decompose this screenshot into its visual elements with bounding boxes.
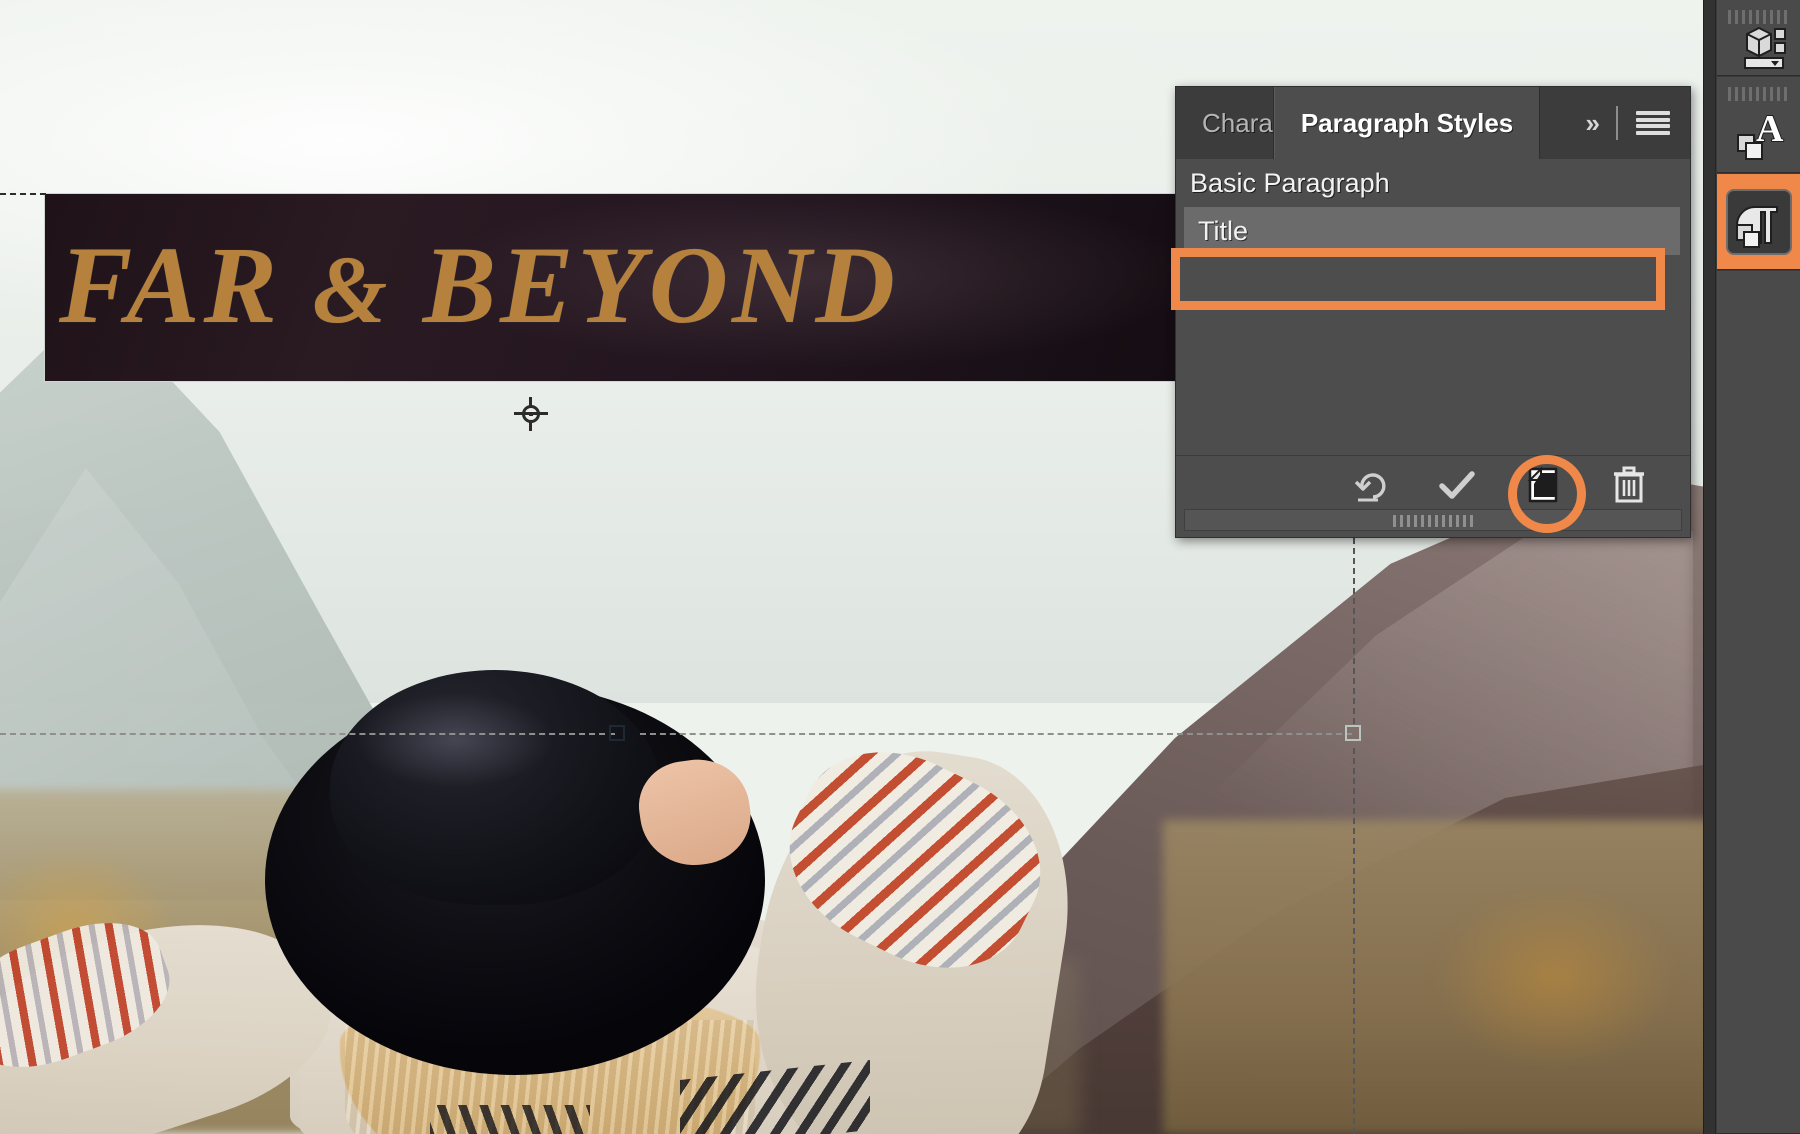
selection-handle-right[interactable] [1345,725,1361,741]
dock-item-object-styles[interactable] [1717,0,1800,76]
guide-selection-vertical [1353,538,1355,724]
person-subject [0,600,1120,1134]
title-text-frame[interactable]: FAR & BEYOND [45,194,1177,381]
guide-selection-right [640,733,1352,735]
dock-grip-icon [1728,87,1790,101]
tool-divider [1616,106,1618,140]
dock-item-paragraph-styles[interactable] [1717,174,1800,270]
hat-highlight [355,692,555,788]
dock-grip-icon [1728,10,1790,24]
dock-active-button[interactable] [1726,188,1792,256]
letter-a-styles-icon: A [1730,107,1788,168]
cube-styles-icon [1731,24,1787,77]
dock-rail[interactable] [1704,0,1716,1134]
guide-title-top [0,193,46,195]
guide-selection-left [0,733,615,735]
panel-tab-bar[interactable]: Chara Paragraph Styles » [1176,87,1690,159]
title-text: FAR & BEYOND [59,223,899,346]
tab-character-styles[interactable]: Chara [1176,87,1274,159]
list-item-label: Title [1198,215,1249,246]
right-dock[interactable]: A [1703,0,1800,1134]
tab-character-styles-label: Chara [1202,107,1273,138]
sweater-pattern-left [430,1105,590,1134]
panel-menu-icon[interactable] [1636,111,1670,135]
indesign-workspace: FAR & BEYOND Chara Paragraph Styles » Ba… [0,0,1800,1134]
tab-paragraph-styles-label: Paragraph Styles [1300,107,1514,138]
panel-resize-gripper[interactable] [1184,509,1682,531]
clear-overrides-button[interactable] [1350,464,1392,506]
tab-paragraph-styles[interactable]: Paragraph Styles [1273,87,1541,159]
paragraph-styles-list[interactable]: Basic Paragraph Title [1176,159,1690,455]
collapse-panel-icon[interactable]: » [1586,108,1601,139]
delete-style-button[interactable] [1608,464,1650,506]
tab-bar-filler [1540,87,1576,159]
panel-tab-tools: » [1575,87,1690,159]
right-foreground-grass [1163,820,1703,1134]
pilcrow-styles-icon [1731,201,1787,256]
dock-item-character-styles[interactable]: A [1717,77,1800,173]
dock-empty-area [1717,271,1800,1134]
guide-selection-vertical-lower [1353,748,1355,1134]
new-style-button[interactable] [1522,464,1564,506]
panel-footer [1176,455,1690,537]
redefine-style-button[interactable] [1436,464,1478,506]
selection-handle-center[interactable] [609,725,625,741]
ampersand: & [312,235,392,343]
paragraph-styles-panel[interactable]: Chara Paragraph Styles » Basic Paragraph… [1175,86,1691,538]
registration-crosshair-icon [514,397,548,431]
list-item-label: Basic Paragraph [1190,167,1390,198]
list-item-basic-paragraph[interactable]: Basic Paragraph [1176,159,1690,207]
list-item-title[interactable]: Title [1184,207,1680,255]
panel-footer-buttons [1176,456,1690,514]
